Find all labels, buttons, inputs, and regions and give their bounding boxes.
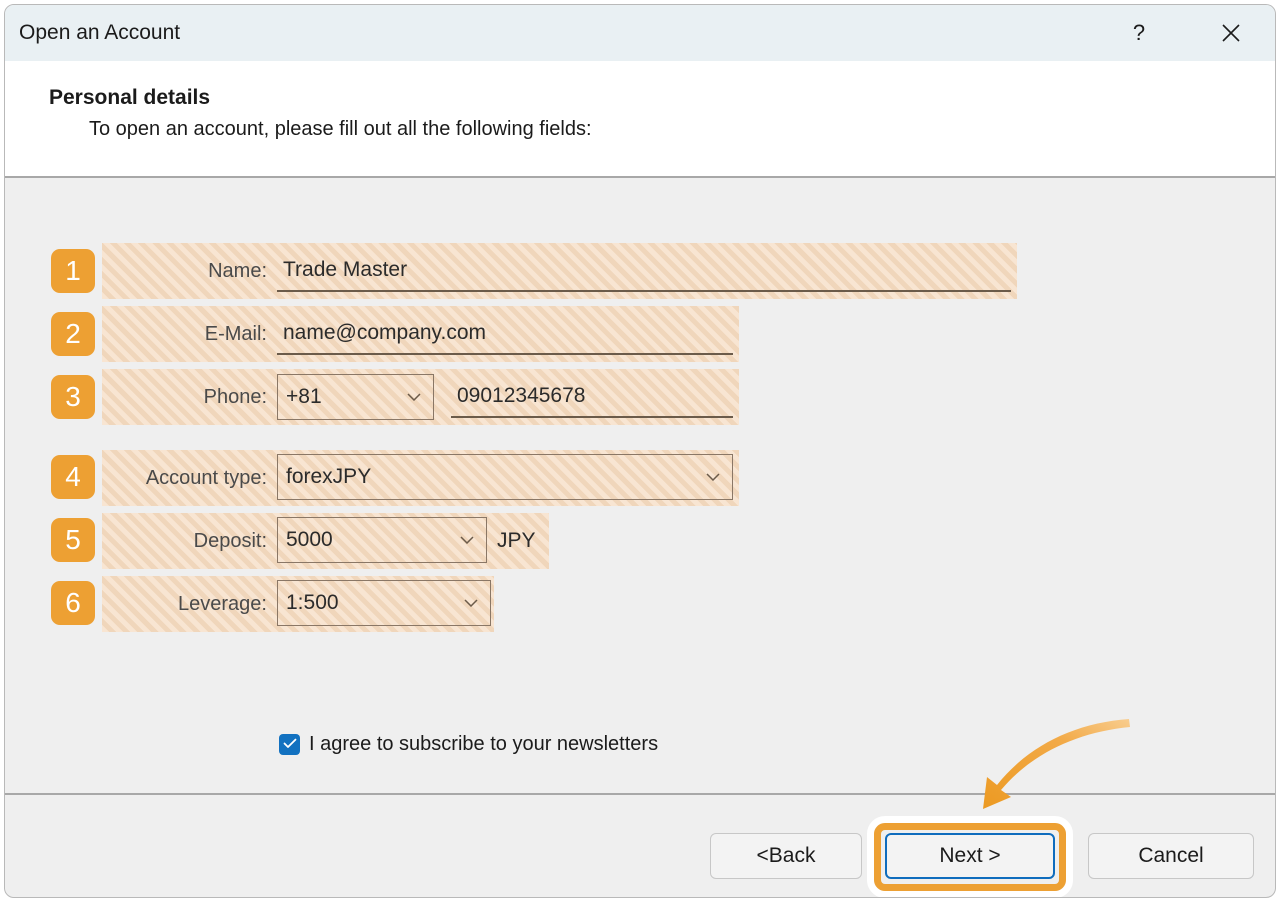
titlebar: Open an Account ? — [5, 5, 1275, 61]
window-title: Open an Account — [19, 5, 180, 61]
account-type-value: forexJPY — [286, 455, 371, 499]
deposit-currency-suffix: JPY — [497, 529, 536, 553]
close-button[interactable] — [1201, 5, 1261, 61]
form-body: 1 Name: 2 E-Mail: 3 Phone: +81 4 Account… — [5, 178, 1275, 795]
step-badge-6: 6 — [51, 581, 95, 625]
newsletter-checkbox-row[interactable]: I agree to subscribe to your newsletters — [279, 733, 658, 756]
step-badge-2: 2 — [51, 312, 95, 356]
page-subtitle: To open an account, please fill out all … — [89, 118, 592, 141]
leverage-select[interactable]: 1:500 — [277, 580, 491, 626]
open-an-account-dialog: Open an Account ? Personal details To op… — [4, 4, 1276, 898]
phone-number-input[interactable] — [451, 378, 733, 418]
chevron-down-icon — [407, 393, 421, 401]
checkmark-icon — [283, 736, 297, 754]
cancel-button[interactable]: Cancel — [1088, 833, 1254, 879]
help-button[interactable]: ? — [1109, 5, 1169, 61]
dialog-header: Personal details To open an account, ple… — [5, 61, 1275, 178]
newsletter-label: I agree to subscribe to your newsletters — [309, 733, 658, 756]
next-button[interactable]: Next > — [885, 833, 1055, 879]
leverage-label: Leverage: — [117, 593, 267, 616]
phone-label: Phone: — [117, 386, 267, 409]
name-label: Name: — [117, 260, 267, 283]
chevron-down-icon — [464, 599, 478, 607]
step-badge-5: 5 — [51, 518, 95, 562]
phone-country-code-select[interactable]: +81 — [277, 374, 434, 420]
step-badge-1: 1 — [51, 249, 95, 293]
step-badge-3: 3 — [51, 375, 95, 419]
chevron-down-icon — [706, 473, 720, 481]
email-label: E-Mail: — [117, 323, 267, 346]
close-icon — [1220, 22, 1242, 44]
deposit-value: 5000 — [286, 518, 333, 562]
deposit-select[interactable]: 5000 — [277, 517, 487, 563]
email-input[interactable] — [277, 315, 733, 355]
account-type-select[interactable]: forexJPY — [277, 454, 733, 500]
newsletter-checkbox[interactable] — [279, 734, 300, 755]
leverage-value: 1:500 — [286, 581, 339, 625]
phone-country-code-value: +81 — [286, 375, 322, 419]
deposit-label: Deposit: — [117, 530, 267, 553]
back-button[interactable]: <Back — [710, 833, 862, 879]
step-badge-4: 4 — [51, 455, 95, 499]
chevron-down-icon — [460, 536, 474, 544]
question-mark-icon: ? — [1133, 20, 1145, 46]
page-title: Personal details — [49, 86, 210, 110]
account-type-label: Account type: — [109, 467, 267, 490]
name-input[interactable] — [277, 252, 1011, 292]
